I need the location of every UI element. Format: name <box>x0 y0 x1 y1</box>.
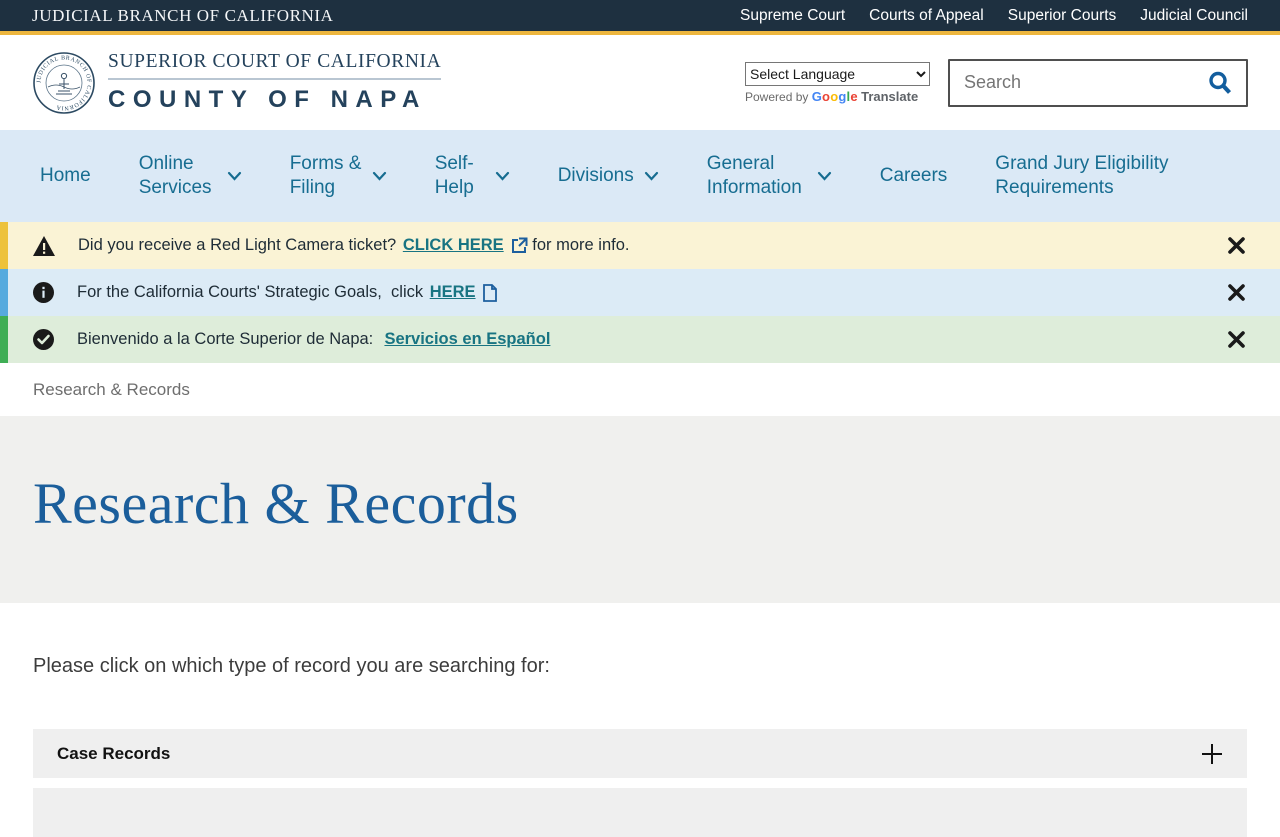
utility-link-superior-courts[interactable]: Superior Courts <box>1008 7 1117 25</box>
nav-item-self-help[interactable]: Self-Help <box>435 152 510 200</box>
main-nav: Home Online Services Forms & Filing Self… <box>0 130 1280 222</box>
utility-link-supreme-court[interactable]: Supreme Court <box>740 7 845 25</box>
google-translate-attribution: Powered by Google Translate <box>745 88 919 104</box>
search-icon <box>1206 69 1234 97</box>
search-input[interactable] <box>950 72 1202 93</box>
chevron-down-icon <box>227 171 242 181</box>
alert-red-light-camera: Did you receive a Red Light Camera ticke… <box>0 222 1280 269</box>
page-title: Research & Records <box>33 471 519 536</box>
alert-strategic-goals: For the California Courts' Strategic Goa… <box>0 269 1280 316</box>
chevron-down-icon <box>495 171 510 181</box>
site-search <box>948 58 1248 107</box>
plus-icon <box>1201 743 1223 765</box>
utility-bar: JUDICIAL BRANCH OF CALIFORNIA Supreme Co… <box>0 0 1280 35</box>
accordion-partial[interactable] <box>33 788 1247 837</box>
nav-item-careers[interactable]: Careers <box>880 164 948 188</box>
court-seal-icon: JUDICIAL BRANCH OF CALIFORNIA <box>32 51 96 115</box>
utility-links: Supreme Court Courts of Appeal Superior … <box>740 7 1248 25</box>
info-circle-icon <box>33 282 54 303</box>
utility-bar-title: JUDICIAL BRANCH OF CALIFORNIA <box>32 5 334 25</box>
alert-spanish-services: Bienvenido a la Corte Superior de Napa: … <box>0 316 1280 363</box>
alert-text: Did you receive a Red Light Camera ticke… <box>78 236 630 255</box>
nav-item-forms-filing[interactable]: Forms & Filing <box>290 152 387 200</box>
close-icon[interactable] <box>1223 326 1250 353</box>
site-name-line2: COUNTY OF NAPA <box>108 86 427 113</box>
alert-text: Bienvenido a la Corte Superior de Napa: … <box>77 330 551 349</box>
document-icon <box>482 283 497 302</box>
close-icon[interactable] <box>1223 279 1250 306</box>
utility-link-courts-of-appeal[interactable]: Courts of Appeal <box>869 7 984 25</box>
chevron-down-icon <box>644 171 659 181</box>
breadcrumb: Research & Records <box>0 363 1280 416</box>
check-circle-icon <box>33 329 54 350</box>
servicios-en-espanol-link[interactable]: Servicios en Español <box>384 330 550 349</box>
breadcrumb-current: Research & Records <box>33 379 190 399</box>
external-link-icon <box>511 237 528 254</box>
nav-item-general-information[interactable]: General Information <box>707 152 832 200</box>
site-name: SUPERIOR COURT OF CALIFORNIA COUNTY OF N… <box>108 51 442 114</box>
site-header: JUDICIAL BRANCH OF CALIFORNIA SUPERIOR C… <box>0 35 1280 130</box>
chevron-down-icon <box>817 171 832 181</box>
header-right: Select Language Powered by Google Transl… <box>745 58 1248 107</box>
site-name-line1: SUPERIOR COURT OF CALIFORNIA <box>108 51 442 80</box>
utility-link-judicial-council[interactable]: Judicial Council <box>1140 7 1248 25</box>
nav-item-home[interactable]: Home <box>40 164 91 188</box>
brand-home-link[interactable]: JUDICIAL BRANCH OF CALIFORNIA SUPERIOR C… <box>32 51 442 115</box>
accordion-label: Case Records <box>57 743 171 763</box>
warning-triangle-icon <box>33 235 55 256</box>
search-button[interactable] <box>1202 69 1246 97</box>
alert-text: For the California Courts' Strategic Goa… <box>77 283 497 302</box>
intro-text: Please click on which type of record you… <box>33 655 550 677</box>
nav-item-grand-jury-eligibility[interactable]: Grand Jury Eligibility Requirements <box>995 152 1175 200</box>
red-light-camera-link[interactable]: CLICK HERE <box>403 236 504 255</box>
page-title-band: Research & Records <box>0 416 1280 603</box>
google-logo: Google <box>811 88 858 104</box>
nav-item-online-services[interactable]: Online Services <box>139 152 242 200</box>
nav-item-divisions[interactable]: Divisions <box>558 164 659 188</box>
language-block: Select Language Powered by Google Transl… <box>745 61 930 104</box>
accordion-case-records[interactable]: Case Records <box>33 729 1247 778</box>
chevron-down-icon <box>372 171 387 181</box>
close-icon[interactable] <box>1223 232 1250 259</box>
strategic-goals-link[interactable]: HERE <box>430 283 476 302</box>
language-select[interactable]: Select Language <box>745 61 930 86</box>
